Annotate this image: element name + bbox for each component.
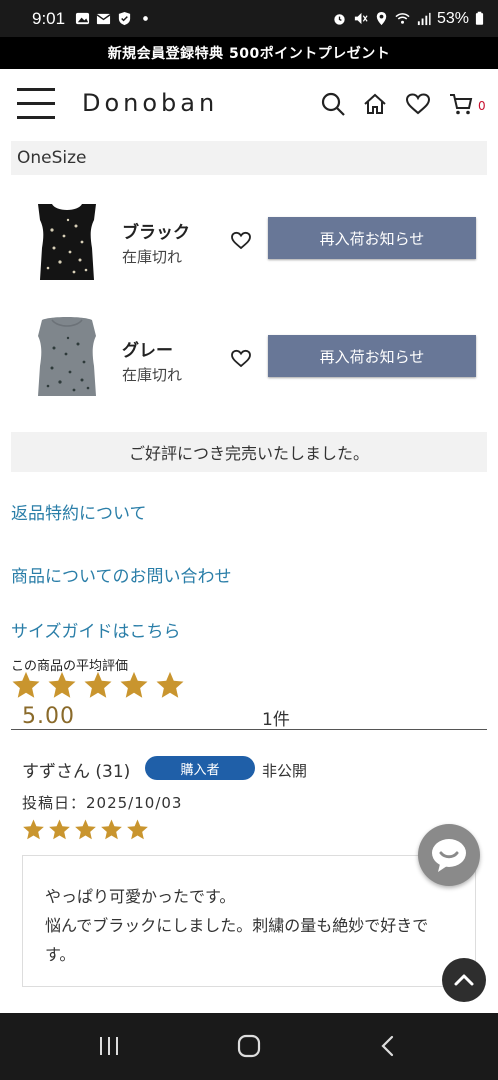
star-icon: [120, 671, 148, 698]
recents-icon[interactable]: [96, 1033, 122, 1059]
chevron-up-icon: [454, 974, 474, 986]
star-icon: [127, 819, 148, 840]
chat-icon: [432, 839, 466, 872]
favorite-heart-icon[interactable]: [230, 348, 252, 368]
chat-button[interactable]: [418, 824, 480, 886]
mute-icon: [354, 12, 368, 25]
review-stars: [22, 818, 149, 841]
size-guide-link[interactable]: サイズガイドはこちら: [11, 617, 181, 642]
variant-row-gray: グレー 在庫切れ 再入荷お知らせ: [0, 314, 498, 414]
review-text-line: 悩んでブラックにしました。刺繍の量も絶妙で好きです。: [45, 916, 429, 964]
battery-icon: [475, 11, 484, 25]
star-icon: [48, 671, 76, 698]
signal-icon: [417, 12, 431, 26]
location-icon: [376, 11, 387, 26]
product-image-gray[interactable]: [24, 314, 110, 410]
search-icon[interactable]: [320, 91, 346, 117]
back-icon[interactable]: [376, 1033, 402, 1059]
variant-color-label: ブラック: [122, 223, 190, 243]
wifi-icon: [395, 13, 410, 24]
review-text-line: やっぱり可愛かったです。: [45, 887, 236, 906]
scroll-top-button[interactable]: [442, 958, 486, 1002]
star-icon: [12, 671, 40, 698]
product-inquiry-link[interactable]: 商品についてのお問い合わせ: [11, 562, 232, 587]
restock-notify-button[interactable]: 再入荷お知らせ: [268, 217, 476, 259]
review-text-box: やっぱり可愛かったです。 悩んでブラックにしました。刺繍の量も絶妙で好きです。: [22, 855, 476, 987]
gallery-icon: [76, 12, 90, 25]
heart-icon[interactable]: [405, 91, 431, 117]
post-date: 投稿日：2025/10/03: [22, 794, 183, 812]
battery-percent: 53%: [436, 9, 469, 27]
buyer-badge: 購入者: [145, 756, 255, 780]
star-icon: [75, 819, 96, 840]
dot-icon: [143, 16, 148, 21]
alarm-icon: [334, 14, 345, 25]
system-nav-bar: [0, 1013, 498, 1080]
home-icon[interactable]: [362, 91, 388, 117]
returns-policy-link[interactable]: 返品特約について: [11, 499, 147, 524]
visibility-status: 非公開: [262, 762, 308, 780]
sold-out-notice: ご好評につき完売いたしました。: [11, 432, 487, 472]
star-icon: [23, 819, 44, 840]
home-nav-icon[interactable]: [236, 1033, 262, 1059]
variant-color-label: グレー: [122, 341, 173, 361]
review-count: 1件: [262, 710, 290, 730]
favorite-heart-icon[interactable]: [230, 230, 252, 250]
shield-icon: [118, 11, 131, 26]
star-icon: [49, 819, 70, 840]
variant-row-black: ブラック 在庫切れ 再入荷お知らせ: [0, 196, 498, 296]
status-bar: 9:01 53%: [0, 0, 498, 37]
star-icon: [156, 671, 184, 698]
site-header: Donoban 0: [0, 69, 498, 139]
promo-banner[interactable]: 新規会員登録特典 500ポイントプレゼント: [0, 37, 498, 69]
site-logo[interactable]: Donoban: [82, 89, 218, 117]
status-time: 9:01: [32, 8, 66, 28]
restock-notify-button[interactable]: 再入荷お知らせ: [268, 335, 476, 377]
star-icon: [84, 671, 112, 698]
divider: [11, 729, 487, 730]
cart-icon[interactable]: [448, 91, 474, 117]
product-image-black[interactable]: [24, 196, 110, 292]
average-rating-stars: [11, 670, 185, 700]
average-rating-value: 5.00: [22, 704, 75, 729]
size-label: OneSize: [11, 141, 487, 175]
variant-stock-status: 在庫切れ: [122, 366, 183, 384]
variant-stock-status: 在庫切れ: [122, 248, 183, 266]
mail-icon: [96, 13, 111, 25]
reviewer-name: すずさん (31): [22, 762, 131, 782]
menu-icon[interactable]: [17, 88, 55, 120]
star-icon: [101, 819, 122, 840]
cart-count-badge: 0: [478, 99, 486, 113]
